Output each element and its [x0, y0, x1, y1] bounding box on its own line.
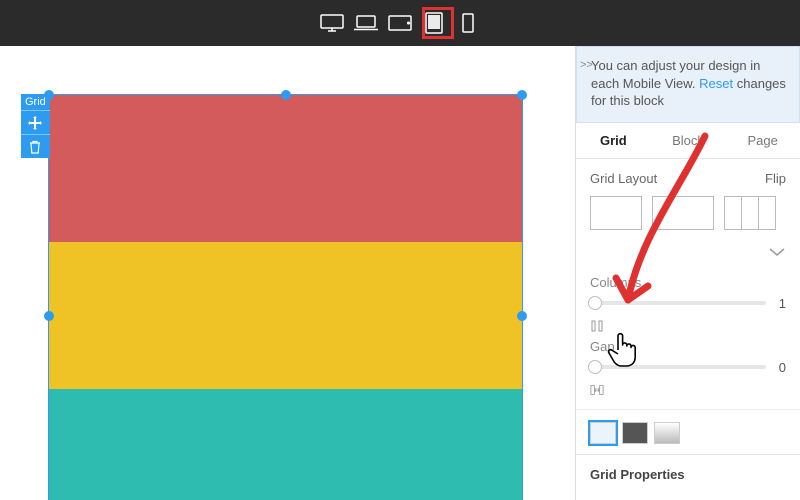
- gap-label: Gap: [590, 339, 786, 354]
- device-phone-icon[interactable]: [455, 13, 481, 33]
- panel-tabs: Grid Block Page: [576, 123, 800, 159]
- grid-properties-heading: Grid Properties: [576, 454, 800, 494]
- flip-button[interactable]: Flip: [765, 171, 786, 186]
- resize-handle-n[interactable]: [281, 90, 291, 100]
- gap-control: Gap 0: [576, 335, 800, 375]
- tab-page[interactable]: Page: [725, 123, 800, 158]
- grid-row-3[interactable]: [49, 389, 522, 500]
- columns-mini-icons: [576, 311, 800, 335]
- columns-value: 1: [772, 296, 786, 311]
- delete-button[interactable]: [21, 134, 50, 158]
- info-banner: >> You can adjust your design in each Mo…: [576, 46, 800, 123]
- layout-expand-toggle[interactable]: [576, 246, 800, 271]
- resize-handle-e[interactable]: [517, 311, 527, 321]
- info-chevron-icon: >>: [580, 58, 593, 73]
- columns-control: Columns 1: [576, 271, 800, 311]
- columns-label: Columns: [590, 275, 786, 290]
- style-swatch-gradient[interactable]: [654, 422, 680, 444]
- grid-row-1[interactable]: [49, 95, 522, 242]
- grid-row-2[interactable]: [49, 242, 522, 389]
- columns-narrow-icon: [590, 319, 604, 333]
- layout-preset-1col[interactable]: [590, 196, 642, 230]
- resize-handle-nw[interactable]: [44, 90, 54, 100]
- grid-layout-heading: Grid Layout: [590, 171, 657, 186]
- device-laptop-icon[interactable]: [353, 13, 379, 33]
- canvas[interactable]: Grid: [0, 46, 575, 500]
- columns-slider-knob[interactable]: [588, 296, 602, 310]
- device-toolbar: [0, 0, 800, 46]
- chevron-down-icon: [768, 246, 786, 258]
- style-swatches: [576, 409, 800, 454]
- tab-grid[interactable]: Grid: [576, 123, 651, 158]
- gap-value: 0: [772, 360, 786, 375]
- style-swatch-outline[interactable]: [590, 422, 616, 444]
- tab-block[interactable]: Block: [651, 123, 726, 158]
- reset-link[interactable]: Reset: [699, 76, 733, 91]
- gap-width-icon: [590, 383, 604, 397]
- device-tablet-portrait-icon[interactable]: [421, 13, 447, 33]
- gap-slider-knob[interactable]: [588, 360, 602, 374]
- grid-selection-box[interactable]: Grid: [48, 94, 523, 500]
- workspace: Grid >> You can adjust your design in ea…: [0, 46, 800, 500]
- device-tablet-landscape-icon[interactable]: [387, 13, 413, 33]
- layout-presets: [590, 196, 786, 230]
- columns-slider[interactable]: [590, 301, 766, 305]
- layout-preset-2col[interactable]: [652, 196, 714, 230]
- grid-content: [49, 95, 522, 500]
- device-desktop-icon[interactable]: [319, 13, 345, 33]
- grid-layout-section: Grid Layout Flip: [576, 159, 800, 246]
- resize-handle-w[interactable]: [44, 311, 54, 321]
- layout-preset-3col[interactable]: [724, 196, 776, 230]
- gap-slider[interactable]: [590, 365, 766, 369]
- resize-handle-ne[interactable]: [517, 90, 527, 100]
- properties-panel: >> You can adjust your design in each Mo…: [575, 46, 800, 500]
- move-button[interactable]: [21, 110, 50, 134]
- selection-tag: Grid: [21, 94, 50, 158]
- style-swatch-dark[interactable]: [622, 422, 648, 444]
- move-icon: [28, 116, 42, 130]
- trash-icon: [29, 140, 41, 154]
- gap-mini-icons: [576, 375, 800, 399]
